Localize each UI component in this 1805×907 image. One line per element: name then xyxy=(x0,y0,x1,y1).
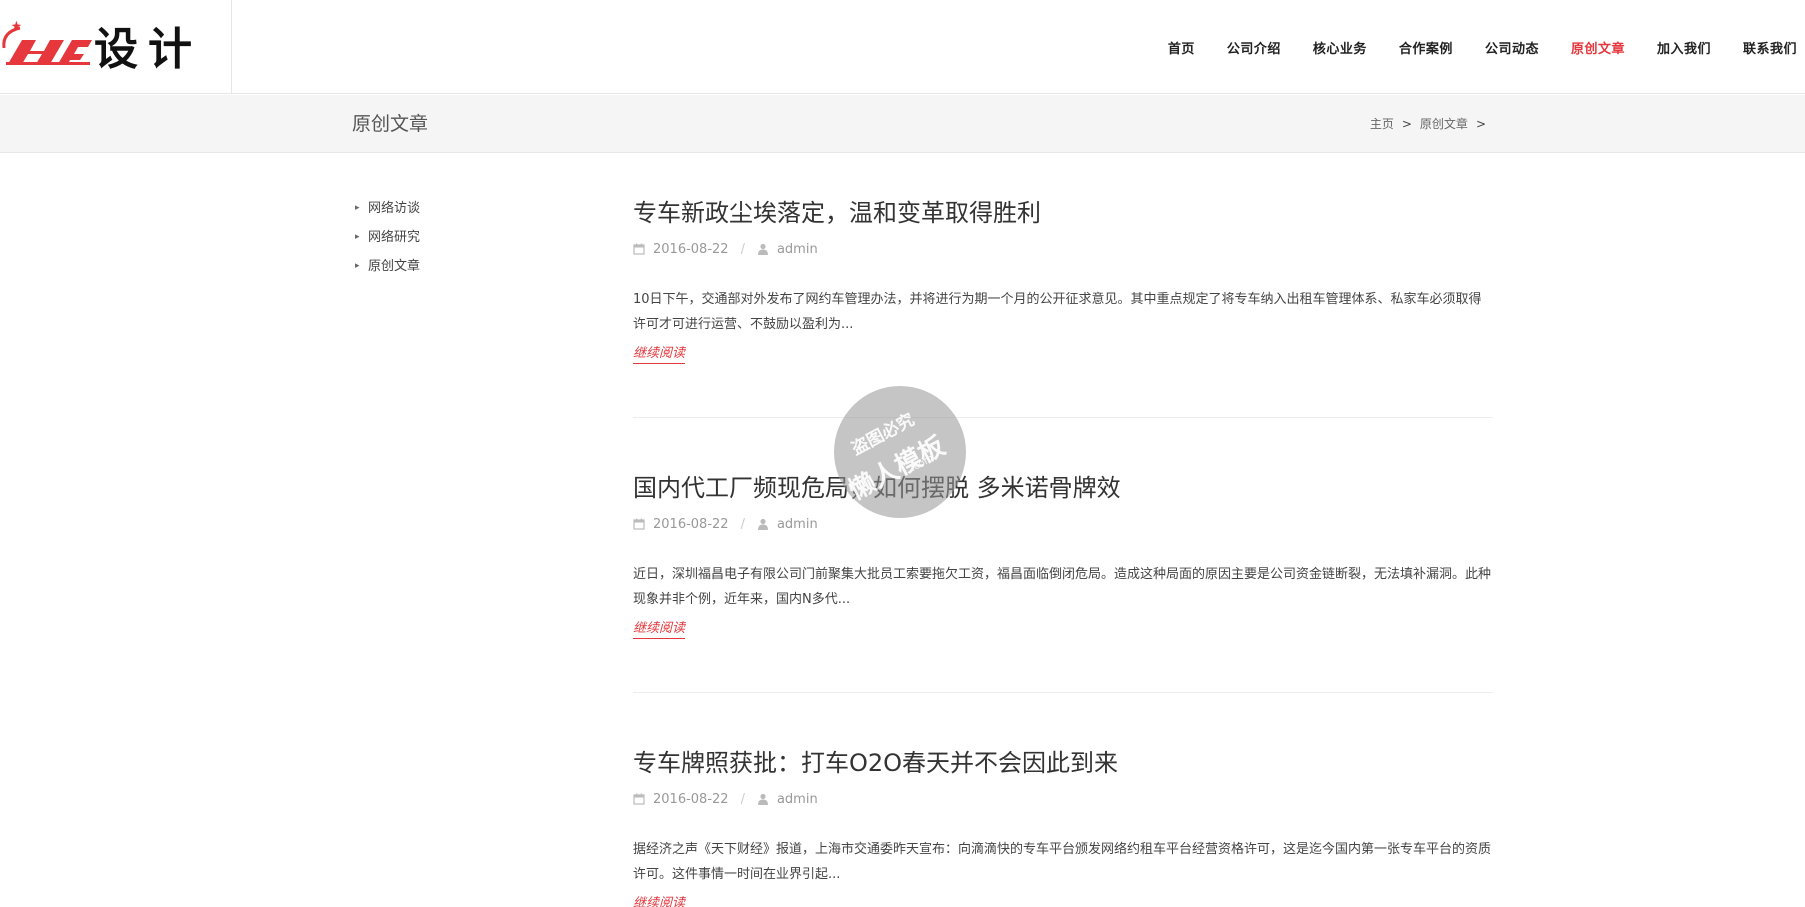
calendar-icon xyxy=(633,793,645,805)
sidebar-item-label: 网络研究 xyxy=(368,230,421,245)
article-item: 专车牌照获批：打车O2O春天并不会因此到来 2016-08-22 / admin… xyxy=(633,743,1493,907)
page-title: 原创文章 xyxy=(352,113,429,135)
article-excerpt: 10日下午，交通部对外发布了网约车管理办法，并将进行为期一个月的公开征求意见。其… xyxy=(633,292,1482,332)
breadcrumb-current-link[interactable]: 原创文章 xyxy=(1420,117,1468,131)
nav-item-join[interactable]: 加入我们 xyxy=(1657,38,1711,57)
user-icon xyxy=(757,793,768,805)
nav-item-contact[interactable]: 联系我们 xyxy=(1743,38,1797,57)
article-excerpt: 据经济之声《天下财经》报道，上海市交通委昨天宣布：向滴滴快的专车平台颁发网络约租… xyxy=(633,842,1492,882)
article-meta: 2016-08-22 / admin xyxy=(633,789,1493,809)
article-title[interactable]: 专车新政尘埃落定，温和变革取得胜利 xyxy=(633,193,1493,233)
sidebar-item-original-articles[interactable]: ▸ 原创文章 xyxy=(355,252,555,281)
article-title[interactable]: 国内代工厂频现危局，如何摆脱 多米诺骨牌效 xyxy=(633,468,1493,508)
sidebar-item-interviews[interactable]: ▸ 网络访谈 xyxy=(355,194,555,223)
nav-item-cases[interactable]: 合作案例 xyxy=(1399,38,1453,57)
article-divider xyxy=(633,692,1493,693)
read-more-link[interactable]: 继续阅读 xyxy=(633,620,686,639)
article-date: 2016-08-22 xyxy=(653,791,729,807)
article-title[interactable]: 专车牌照获批：打车O2O春天并不会因此到来 xyxy=(633,743,1493,783)
nav-item-articles[interactable]: 原创文章 xyxy=(1571,38,1625,57)
meta-separator: / xyxy=(740,241,745,257)
article-author[interactable]: admin xyxy=(777,242,818,257)
sidebar-item-label: 网络访谈 xyxy=(368,201,421,216)
sidebar-item-label: 原创文章 xyxy=(368,259,421,274)
read-more-link[interactable]: 继续阅读 xyxy=(633,895,685,907)
nav-item-about[interactable]: 公司介绍 xyxy=(1227,38,1281,57)
article-meta: 2016-08-22 / admin xyxy=(633,239,1493,259)
page-banner: 原创文章 主页 > 原创文章 > xyxy=(0,95,1805,153)
article-date: 2016-08-22 xyxy=(653,516,729,532)
logo-area: 设计 xyxy=(0,0,232,94)
article-date: 2016-08-22 xyxy=(653,241,729,257)
chevron-right-icon: ▸ xyxy=(355,261,360,271)
nav-item-news[interactable]: 公司动态 xyxy=(1485,38,1539,57)
chevron-right-icon: ▸ xyxy=(355,203,360,213)
sidebar-item-research[interactable]: ▸ 网络研究 xyxy=(355,223,555,252)
calendar-icon xyxy=(633,518,645,530)
watermark-badge: 盗图必究 懒人模板 .com xyxy=(834,386,966,518)
logo-text: 设计 xyxy=(94,24,202,75)
breadcrumb-separator: > xyxy=(1401,117,1412,131)
breadcrumb-separator: > xyxy=(1475,117,1486,131)
nav-item-business[interactable]: 核心业务 xyxy=(1313,38,1367,57)
article-item: 国内代工厂频现危局，如何摆脱 多米诺骨牌效 2016-08-22 / admin… xyxy=(633,468,1493,639)
breadcrumb: 主页 > 原创文章 > xyxy=(1368,95,1492,153)
chevron-right-icon: ▸ xyxy=(355,232,360,242)
category-sidebar: ▸ 网络访谈 ▸ 网络研究 ▸ 原创文章 xyxy=(355,194,555,281)
article-item: 专车新政尘埃落定，温和变革取得胜利 2016-08-22 / admin 10日… xyxy=(633,193,1493,364)
article-meta: 2016-08-22 / admin xyxy=(633,514,1493,534)
meta-separator: / xyxy=(740,791,745,807)
calendar-icon xyxy=(633,243,645,255)
meta-separator: / xyxy=(740,516,745,532)
site-header: 设计 首页 公司介绍 核心业务 合作案例 公司动态 原创文章 加入我们 联系我们 xyxy=(0,0,1805,94)
main-nav: 首页 公司介绍 核心业务 合作案例 公司动态 原创文章 加入我们 联系我们 xyxy=(1136,0,1797,94)
read-more-link[interactable]: 继续阅读 xyxy=(633,345,686,364)
user-icon xyxy=(757,243,768,255)
article-excerpt: 近日，深圳福昌电子有限公司门前聚集大批员工索要拖欠工资，福昌面临倒闭危局。造成这… xyxy=(633,567,1492,607)
article-author[interactable]: admin xyxy=(777,792,818,807)
breadcrumb-home-link[interactable]: 主页 xyxy=(1370,117,1394,131)
article-author[interactable]: admin xyxy=(777,517,818,532)
nav-item-home[interactable]: 首页 xyxy=(1168,38,1195,57)
site-logo[interactable]: 设计 xyxy=(0,18,205,75)
user-icon xyxy=(757,518,768,530)
article-divider xyxy=(633,417,1493,418)
